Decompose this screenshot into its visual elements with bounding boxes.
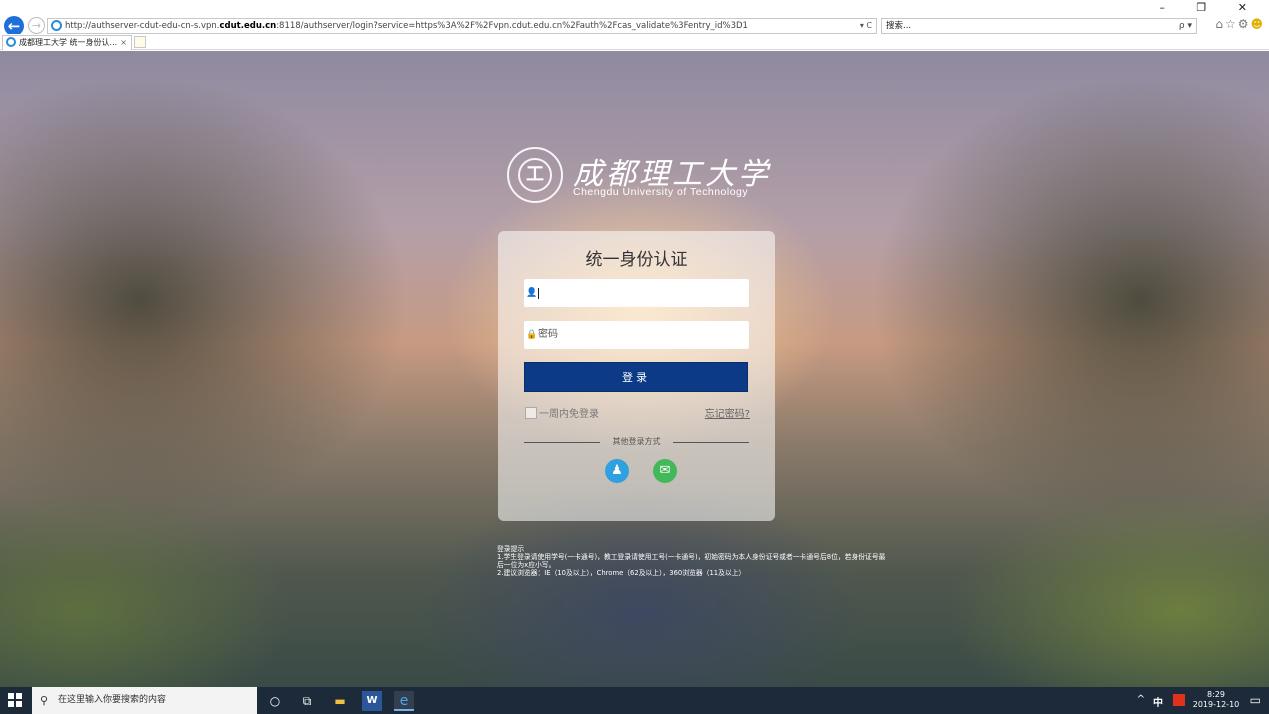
- arrow-left-icon[interactable]: ←: [4, 16, 24, 36]
- remember-label: 一周内免登录: [539, 409, 599, 420]
- seal-glyph: 工: [518, 158, 552, 192]
- university-logo: 工 成都理工大学 Chengdu University of Technolog…: [507, 147, 768, 207]
- refresh-icon[interactable]: ▾ C: [860, 19, 872, 33]
- search-icon[interactable]: ρ ▾: [1179, 19, 1192, 33]
- clock-date: 2019-12-10: [1192, 700, 1240, 709]
- file-explorer-icon[interactable]: ▬: [330, 691, 350, 711]
- task-view-icon[interactable]: ⧉: [297, 691, 317, 711]
- text-caret: [538, 288, 539, 299]
- remember-checkbox[interactable]: 一周内免登录: [525, 405, 599, 420]
- browser-tool-icons: ⌂☆⚙☻: [1215, 17, 1265, 31]
- taskbar: ⚲ 在这里输入你要搜索的内容 ○ ⧉ ▬ W e ^ 中 8:29 2019-1…: [0, 687, 1269, 714]
- taskbar-search-input[interactable]: ⚲ 在这里输入你要搜索的内容: [32, 687, 257, 714]
- ie-tab-icon: [6, 37, 16, 47]
- windows-start-icon[interactable]: [8, 693, 22, 707]
- close-icon[interactable]: ×: [120, 36, 127, 49]
- forgot-password-link[interactable]: 忘记密码?: [705, 405, 750, 420]
- cortana-icon[interactable]: ○: [265, 691, 285, 711]
- checkbox-box[interactable]: [525, 407, 537, 419]
- password-field[interactable]: 🔒 密码: [524, 321, 749, 349]
- lock-icon: 🔒: [526, 330, 538, 340]
- user-icon: 👤: [526, 288, 538, 298]
- seal-icon: 工: [507, 147, 563, 203]
- system-tray: ^ 中 8:29 2019-12-10 ▭: [1129, 687, 1269, 714]
- url-prefix: http://authserver-cdut-edu-cn-s.vpn.: [65, 21, 220, 31]
- login-title: 统一身份认证: [585, 250, 688, 270]
- logo-name-en: Chengdu University of Technology: [573, 186, 749, 198]
- tips-heading: 登录提示: [497, 545, 525, 553]
- ie-page-icon: [51, 20, 62, 31]
- search-text: 搜索...: [886, 21, 912, 31]
- tips-line-1: 1.学生登录请使用学号(一卡通号)，教工登录请使用工号(一卡通号)，初始密码为本…: [497, 553, 886, 569]
- arrow-right-icon[interactable]: →: [28, 17, 45, 34]
- url-rest: :8118/authserver/login?service=https%3A%…: [276, 21, 748, 31]
- clock[interactable]: 8:29 2019-12-10: [1191, 690, 1241, 710]
- tab-bar: 成都理工大学 统一身份认... ×: [0, 34, 1269, 50]
- star-icon[interactable]: ☆: [1225, 17, 1238, 31]
- login-card: 统一身份认证 👤 🔒 密码 登录 一周内免登录 忘记密码? 其他登录方式 ♟ ✉: [498, 231, 775, 521]
- tab-login[interactable]: 成都理工大学 统一身份认... ×: [2, 35, 132, 50]
- tips-line-2: 2.建议浏览器：IE（10及以上），Chrome（62及以上），360浏览器（1…: [497, 569, 746, 577]
- search-input[interactable]: 搜索... ρ ▾: [881, 18, 1197, 34]
- clock-time: 8:29: [1207, 690, 1225, 699]
- notification-icon[interactable]: ▭: [1250, 693, 1261, 707]
- browser-toolbar: ← → http://authserver-cdut-edu-cn-s.vpn.…: [0, 0, 1269, 36]
- ime-indicator[interactable]: 中: [1153, 694, 1163, 709]
- window-controls[interactable]: – ❐ ✕: [1159, 1, 1261, 14]
- search-icon: ⚲: [40, 694, 49, 707]
- url-domain: cdut.edu.cn: [219, 21, 277, 31]
- new-tab-button[interactable]: [134, 36, 146, 48]
- word-icon[interactable]: W: [362, 691, 382, 711]
- login-page: 工 成都理工大学 Chengdu University of Technolog…: [0, 51, 1269, 687]
- login-button[interactable]: 登录: [524, 362, 748, 392]
- gear-icon[interactable]: ⚙: [1238, 17, 1251, 31]
- login-tips: 登录提示 1.学生登录请使用学号(一卡通号)，教工登录请使用工号(一卡通号)，初…: [497, 545, 887, 577]
- home-icon[interactable]: ⌂: [1215, 17, 1225, 31]
- other-methods-divider: 其他登录方式: [524, 436, 749, 448]
- wechat-icon[interactable]: ✉: [653, 459, 677, 483]
- qq-icon[interactable]: ♟: [605, 459, 629, 483]
- ie-icon[interactable]: e: [394, 691, 414, 711]
- chevron-up-icon[interactable]: ^: [1137, 694, 1145, 705]
- smiley-icon[interactable]: ☻: [1250, 17, 1265, 31]
- password-placeholder: 密码: [538, 329, 558, 340]
- address-bar[interactable]: http://authserver-cdut-edu-cn-s.vpn.cdut…: [47, 18, 877, 34]
- other-methods-label: 其他登录方式: [612, 437, 661, 446]
- tab-title: 成都理工大学 统一身份认...: [19, 38, 118, 47]
- tray-app-icon[interactable]: [1173, 694, 1185, 706]
- taskbar-search-text: 在这里输入你要搜索的内容: [58, 695, 167, 705]
- username-field[interactable]: 👤: [524, 279, 749, 307]
